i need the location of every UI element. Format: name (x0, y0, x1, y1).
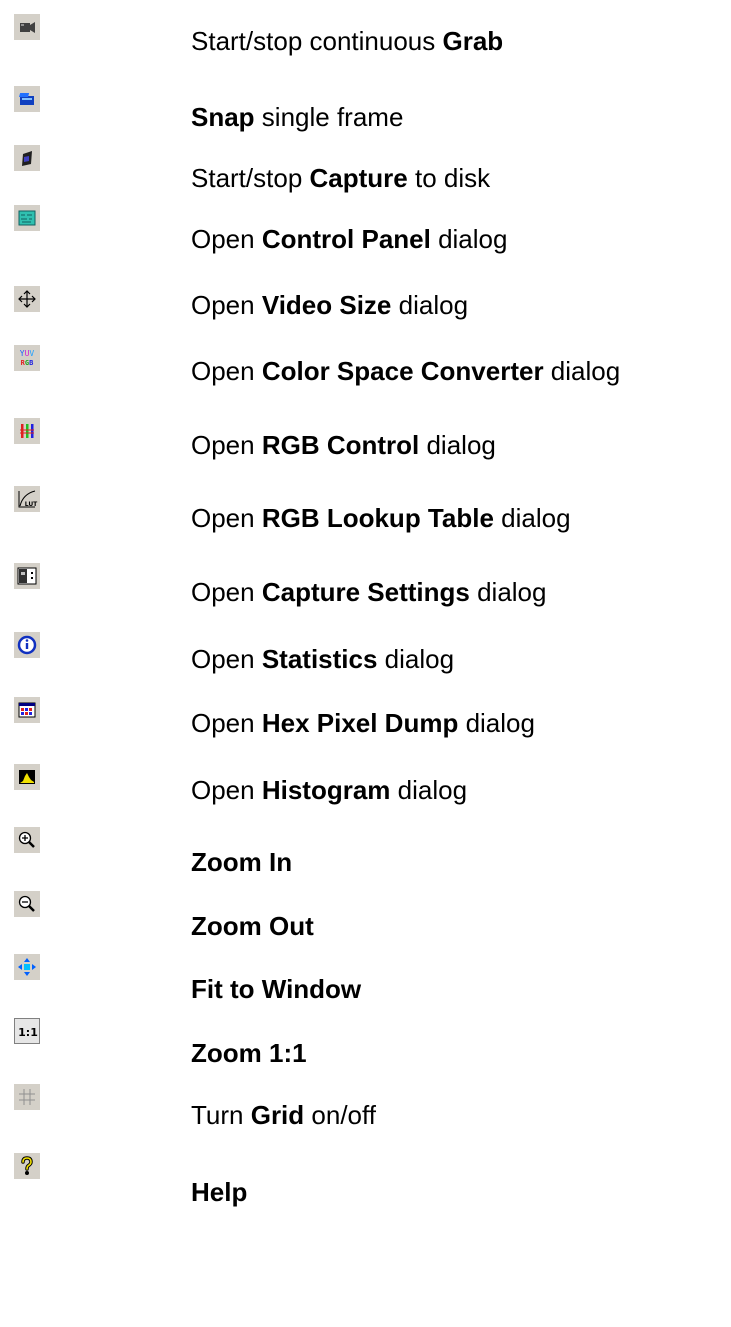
list-item-control-panel: Open Control Panel dialog (0, 205, 731, 254)
item-description: Zoom Out (191, 911, 314, 941)
svg-text:1:1: 1:1 (18, 1026, 38, 1039)
fit-window-icon[interactable] (14, 954, 40, 980)
control-panel-icon[interactable] (14, 205, 40, 231)
svg-text:LUT: LUT (25, 501, 38, 508)
item-description: Start/stop Capture to disk (191, 163, 491, 193)
list-item-snap: Snap single frame (0, 86, 731, 132)
list-item-capture: Start/stop Capture to disk (0, 145, 731, 193)
zoom-in-icon[interactable] (14, 827, 40, 853)
zoom-one-to-one-icon[interactable]: 1:1 (14, 1018, 40, 1044)
lut-curve-icon[interactable]: LUT (14, 486, 40, 512)
list-item-video-size: Open Video Size dialog (0, 286, 731, 326)
list-item-fit-to-window: Fit to Window (0, 954, 731, 1004)
snap-camera-icon[interactable] (14, 86, 40, 112)
item-description: Open Control Panel dialog (191, 224, 508, 254)
item-description: Open RGB Control dialog (191, 430, 496, 460)
list-item-hex-pixel-dump: Open Hex Pixel Dump dialog (0, 697, 731, 738)
rgb-bars-icon[interactable] (14, 418, 40, 444)
hex-dump-icon[interactable] (14, 697, 40, 723)
item-description: Start/stop continuous Grab (191, 26, 504, 56)
list-item-statistics: Open Statistics dialog (0, 632, 731, 674)
list-item-zoom-out: Zoom Out (0, 891, 731, 941)
info-icon[interactable] (14, 632, 40, 658)
zoom-out-icon[interactable] (14, 891, 40, 917)
svg-text:YUV: YUV (20, 349, 35, 358)
list-item-histogram: Open Histogram dialog (0, 764, 731, 805)
list-item-zoom-in: Zoom In (0, 827, 731, 877)
grid-icon[interactable] (14, 1084, 40, 1110)
video-camera-icon[interactable] (14, 14, 40, 40)
move-arrows-icon[interactable] (14, 286, 40, 312)
item-description: Open Color Space Converter dialog (191, 356, 621, 386)
capture-settings-icon[interactable] (14, 563, 40, 589)
svg-text:RGB: RGB (21, 359, 34, 367)
list-item-zoom-one-to-one: 1:1 Zoom 1:1 (0, 1018, 731, 1068)
list-item-rgb-control: Open RGB Control dialog (0, 418, 731, 460)
item-description: Open RGB Lookup Table dialog (191, 503, 571, 533)
item-description: Open Statistics dialog (191, 644, 455, 674)
list-item-color-space-converter: YUV RGB Open Color Space Converter dialo… (0, 345, 731, 386)
item-description: Open Histogram dialog (191, 775, 468, 805)
item-description: Help (191, 1177, 248, 1207)
list-item-grab: Start/stop continuous Grab (0, 14, 731, 56)
item-description: Fit to Window (191, 974, 362, 1004)
list-item-capture-settings: Open Capture Settings dialog (0, 563, 731, 607)
item-description: Turn Grid on/off (191, 1100, 376, 1130)
item-description: Snap single frame (191, 102, 404, 132)
item-description: Open Video Size dialog (191, 290, 469, 320)
item-description: Open Capture Settings dialog (191, 577, 547, 607)
list-item-help: Help (0, 1153, 731, 1207)
item-description: Zoom In (191, 847, 293, 877)
list-item-rgb-lookup-table: LUT Open RGB Lookup Table dialog (0, 486, 731, 533)
list-item-grid: Turn Grid on/off (0, 1084, 731, 1130)
yuv-rgb-icon[interactable]: YUV RGB (14, 345, 40, 371)
item-description: Open Hex Pixel Dump dialog (191, 708, 535, 738)
item-description: Zoom 1:1 (191, 1038, 307, 1068)
help-icon[interactable] (14, 1153, 40, 1179)
histogram-icon[interactable] (14, 764, 40, 790)
capture-disk-icon[interactable] (14, 145, 40, 171)
